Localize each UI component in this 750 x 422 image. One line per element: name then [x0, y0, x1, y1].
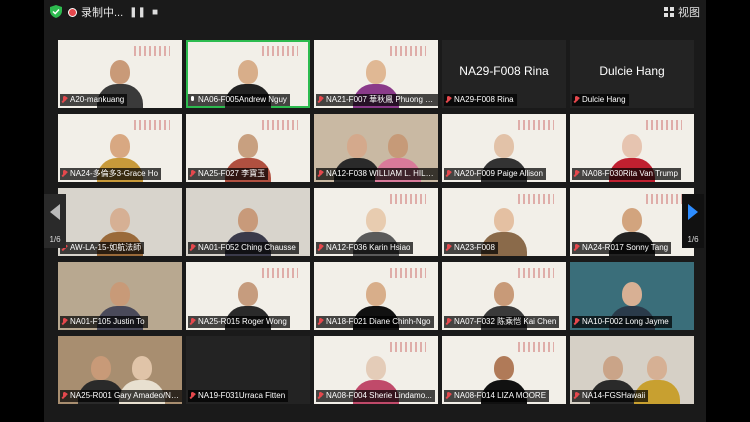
participant-display-name: NA29-F008 Rina: [459, 64, 549, 78]
mic-muted-icon: [446, 318, 451, 326]
mic-muted-icon: [62, 318, 67, 326]
video-tile-camera-off[interactable]: NA19-F031Urraca Fitten: [186, 336, 310, 404]
mic-muted-icon: [318, 170, 323, 178]
participant-name-label: NA08-F014 LIZA MOORE: [444, 390, 550, 402]
video-tile[interactable]: NA12-F038 WILLIAM L. HILL/...: [314, 114, 438, 182]
participant-name-label: NA08-F030Rita Van Trump: [572, 168, 681, 180]
participant-name-label: NA19-F031Urraca Fitten: [188, 390, 289, 402]
video-tile[interactable]: A20-mankuang: [58, 40, 182, 108]
video-tile-camera-off[interactable]: Dulcie Hang Dulcie Hang: [570, 40, 694, 108]
mic-muted-icon: [318, 318, 323, 326]
meeting-top-bar: 录制中... ❚❚ ■ 视图: [44, 0, 706, 24]
mic-muted-icon: [446, 392, 451, 400]
mic-muted-icon: [446, 96, 451, 104]
view-label: 视图: [678, 7, 700, 19]
page-indicator: 1/6: [49, 235, 61, 244]
video-tile[interactable]: NA08-F030Rita Van Trump: [570, 114, 694, 182]
mic-muted-icon: [446, 244, 451, 252]
mic-muted-icon: [574, 318, 579, 326]
mic-muted-icon: [574, 170, 579, 178]
video-tile[interactable]: NA10-F002 Long Jayme: [570, 262, 694, 330]
shield-icon[interactable]: [50, 5, 62, 18]
mic-muted-icon: [190, 392, 195, 400]
page-indicator: 1/6: [687, 235, 699, 244]
participant-name-label: NA01-F052 Ching Chausse: [188, 242, 299, 254]
mic-muted-icon: [62, 392, 67, 400]
next-page-button[interactable]: 1/6: [682, 194, 704, 248]
video-tile[interactable]: NA18-F021 Diane Chinh-Ngo: [314, 262, 438, 330]
participant-name-label: NA18-F021 Diane Chinh-Ngo: [316, 316, 434, 328]
mic-muted-icon: [190, 244, 195, 252]
chevron-right-icon: [688, 204, 698, 220]
mic-muted-icon: [62, 170, 67, 178]
grid-view-icon: [664, 7, 674, 17]
participant-name-label: NA24-多倫多3-Grace Ho: [60, 168, 162, 180]
video-tile[interactable]: NA25-R001 Gary Amadeo/NA...: [58, 336, 182, 404]
participant-name-label: NA25-R015 Roger Wong: [188, 316, 290, 328]
video-tile-active-speaker[interactable]: NA06-F005Andrew Nguy: [186, 40, 310, 108]
video-tile[interactable]: NA07-F032 陈乘恺 Kai Chen: [442, 262, 566, 330]
video-tile[interactable]: NA20-F009 Paige Allison: [442, 114, 566, 182]
video-tile[interactable]: NA08-F014 LIZA MOORE: [442, 336, 566, 404]
participant-name-label: Dulcie Hang: [572, 94, 629, 106]
video-tile[interactable]: NA08-F004 Sherie Lindamo...: [314, 336, 438, 404]
video-tile[interactable]: NA25-R015 Roger Wong: [186, 262, 310, 330]
participant-display-name: Dulcie Hang: [599, 64, 665, 78]
video-tile[interactable]: NA01-F052 Ching Chausse: [186, 188, 310, 256]
participant-name-label: NA12-F038 WILLIAM L. HILL/...: [316, 168, 438, 180]
recording-label: 录制中...: [81, 7, 124, 19]
mic-muted-icon: [190, 318, 195, 326]
participant-name-label: NA10-F002 Long Jayme: [572, 316, 672, 328]
participant-name-label: NA06-F005Andrew Nguy: [188, 94, 290, 106]
participant-name-label: A20-mankuang: [60, 94, 128, 106]
participant-name-label: NA29-F008 Rina: [444, 94, 517, 106]
video-gallery: A20-mankuang NA06-F005Andrew Nguy NA21-F…: [44, 24, 706, 422]
previous-page-button[interactable]: 1/6: [44, 194, 66, 248]
participant-name-label: NA14-FGSHawaii: [572, 390, 649, 402]
video-tile[interactable]: NA21-F007 華秋鳳 Phuong Su...: [314, 40, 438, 108]
mic-muted-icon: [318, 244, 323, 252]
mic-muted-icon: [318, 392, 323, 400]
video-tile[interactable]: NA12-F036 Karin Hsiao: [314, 188, 438, 256]
participant-name-label: NA24-R017 Sonny Tang: [572, 242, 672, 254]
video-tile[interactable]: NA14-FGSHawaii: [570, 336, 694, 404]
mic-muted-icon: [574, 244, 579, 252]
video-tile-camera-off[interactable]: NA29-F008 Rina NA29-F008 Rina: [442, 40, 566, 108]
mic-muted-icon: [62, 96, 67, 104]
mic-muted-icon: [318, 96, 323, 104]
video-tile[interactable]: NA25-F027 李寶玉: [186, 114, 310, 182]
mic-on-icon: [190, 96, 195, 104]
video-tile[interactable]: NA24-R017 Sonny Tang: [570, 188, 694, 256]
pause-recording-button[interactable]: ❚❚: [129, 7, 146, 18]
participant-name-label: NA20-F009 Paige Allison: [444, 168, 546, 180]
video-tile[interactable]: NA23-F008: [442, 188, 566, 256]
participant-name-label: NA25-R001 Gary Amadeo/NA...: [60, 390, 182, 402]
chevron-left-icon: [50, 204, 60, 220]
recording-dot-icon: [68, 7, 77, 17]
participant-name-label: NA08-F004 Sherie Lindamo...: [316, 390, 435, 402]
participant-name-label: NA21-F007 華秋鳳 Phuong Su...: [316, 94, 438, 106]
mic-muted-icon: [574, 392, 579, 400]
video-tile[interactable]: NA01-F105 Justin To: [58, 262, 182, 330]
recording-indicator: 录制中... ❚❚ ■: [68, 4, 176, 20]
participant-name-label: NA23-F008: [444, 242, 498, 254]
participant-name-label: AW-LA-15-如航法師: [60, 242, 145, 254]
stop-recording-button[interactable]: ■: [152, 7, 158, 18]
video-tile[interactable]: NA24-多倫多3-Grace Ho: [58, 114, 182, 182]
participant-name-label: NA07-F032 陈乘恺 Kai Chen: [444, 316, 560, 328]
video-tile[interactable]: AW-LA-15-如航法師: [58, 188, 182, 256]
mic-muted-icon: [190, 170, 195, 178]
participant-name-label: NA25-F027 李寶玉: [188, 168, 269, 180]
participant-name-label: NA12-F036 Karin Hsiao: [316, 242, 414, 254]
participant-name-label: NA01-F105 Justin To: [60, 316, 148, 328]
view-button[interactable]: 视图: [664, 4, 700, 20]
mic-muted-icon: [446, 170, 451, 178]
mic-muted-icon: [574, 96, 579, 104]
